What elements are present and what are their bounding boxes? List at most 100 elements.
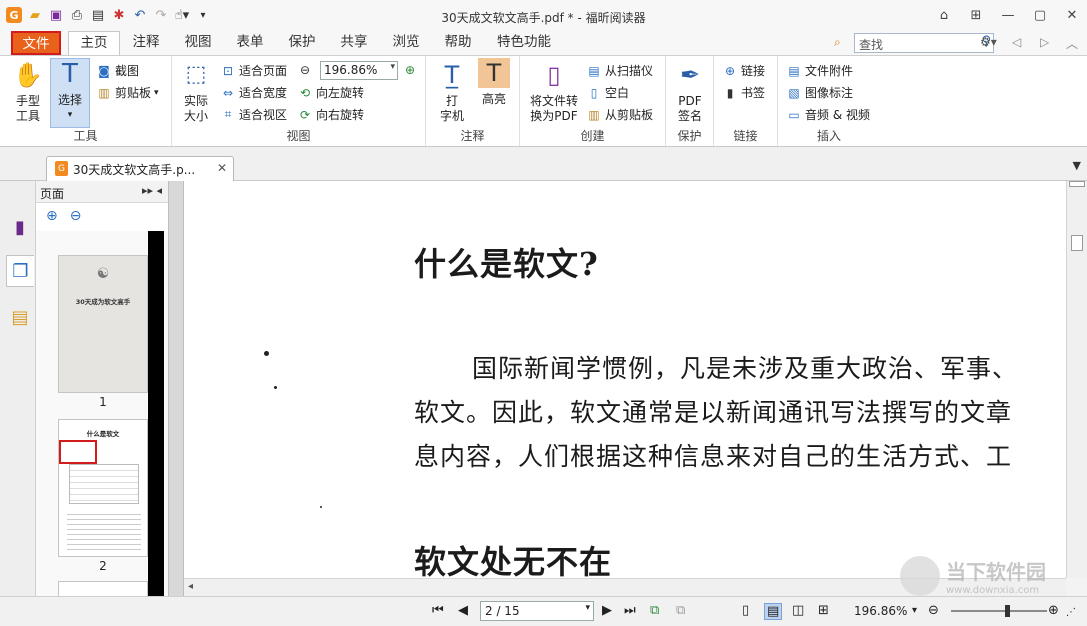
pdf-sign-button[interactable]: ✒ PDF 签名: [670, 60, 710, 124]
close-button[interactable]: ✕: [1061, 5, 1083, 25]
tab-protect[interactable]: 保护: [280, 31, 324, 55]
pages-panel-icon[interactable]: ❐: [6, 255, 34, 287]
layout-grid-icon[interactable]: ⊞: [965, 5, 987, 25]
tab-home[interactable]: 主页: [68, 31, 120, 56]
previous-view-icon[interactable]: ⧉: [650, 603, 659, 618]
thumbnail-page-2[interactable]: 什么是软文: [58, 419, 148, 557]
prev-arrow-icon[interactable]: ◁: [1012, 35, 1021, 49]
zoom-out-icon[interactable]: ⊖: [297, 62, 313, 78]
tab-comment[interactable]: 注释: [124, 31, 168, 55]
tab-share[interactable]: 共享: [332, 31, 376, 55]
select-tool-button[interactable]: T 选择 ▾: [50, 58, 90, 128]
cover-title: 30天成为软文高手: [75, 298, 131, 306]
scroll-thumb[interactable]: [1071, 235, 1083, 251]
tab-help[interactable]: 帮助: [436, 31, 480, 55]
actual-size-button[interactable]: ⬚ 实际 大小: [178, 60, 214, 124]
audio-video-button[interactable]: ▭ 音频 & 视频: [786, 106, 870, 123]
bookmark-icon: ▮: [726, 85, 734, 100]
scan-speck: [274, 386, 277, 389]
from-clipboard-button[interactable]: ▥ 从剪贴板: [586, 106, 653, 123]
comments-panel-icon[interactable]: ▤: [6, 301, 34, 333]
thumbnail-page-1[interactable]: ☯ 30天成为软文高手: [58, 255, 148, 393]
blank-button[interactable]: ▯ 空白: [586, 84, 629, 101]
tab-form[interactable]: 表单: [228, 31, 272, 55]
document-viewer: 什么是软文? 国际新闻学惯例，凡是未涉及重大政治、军事、 软文。因此，软文通常是…: [184, 181, 1066, 578]
zoom-slider-knob[interactable]: [1005, 605, 1010, 617]
title-bar: G ▰ ▣ ⎙ ▤ ✱ ↶ ↷ ☝▾ ▾ 30天成文软文高手.pdf * - 福…: [0, 0, 1087, 32]
thumbnail-zoom-in-icon[interactable]: ⊕: [46, 208, 58, 231]
doc-heading-2: 软文处无不在: [414, 543, 613, 578]
scan-speck: [264, 351, 269, 356]
convert-to-pdf-button[interactable]: ▯ 将文件转 换为PDF: [526, 60, 582, 124]
prev-page-icon[interactable]: ◀: [458, 603, 468, 618]
thumbnail-page-3[interactable]: [58, 581, 148, 596]
next-arrow-icon[interactable]: ▷: [1040, 35, 1049, 49]
scroll-top-button[interactable]: [1069, 181, 1085, 187]
gear-icon[interactable]: ⚙▾: [980, 35, 997, 49]
folder-search-icon[interactable]: ⌕: [834, 35, 841, 50]
next-page-icon[interactable]: ▶: [602, 603, 612, 618]
thumbnail-zoom-out-icon[interactable]: ⊖: [70, 208, 82, 231]
thumb-view-region[interactable]: [59, 440, 97, 464]
fit-page-button[interactable]: ⊡ 适合页面: [220, 62, 287, 79]
page-number-1: 1: [99, 395, 107, 409]
last-page-icon[interactable]: ⏭: [624, 603, 636, 618]
facing-pages-icon[interactable]: ◫: [792, 603, 804, 618]
panel-splitter[interactable]: [168, 181, 184, 596]
bookmarks-panel-icon[interactable]: ▮: [6, 211, 34, 243]
single-page-icon[interactable]: ▯: [742, 603, 749, 618]
vertical-scrollbar[interactable]: [1066, 181, 1087, 578]
rotate-left-button[interactable]: ⟲ 向左旋转: [297, 84, 364, 101]
navigation-side-strip: ▮ ❐ ▤: [0, 181, 36, 596]
thumbnails-list: ☯ 30天成为软文高手 1 什么是软文 2: [36, 231, 168, 596]
continuous-facing-icon[interactable]: ⊞: [818, 603, 829, 618]
screenshot-button[interactable]: ◙ 截图: [96, 62, 139, 79]
typewriter-button[interactable]: T̲ 打 字机: [434, 60, 470, 124]
hand-tool-button[interactable]: ✋ 手型 工具: [8, 60, 48, 124]
first-page-icon[interactable]: ⏮: [432, 603, 444, 618]
tab-list-dropdown-icon[interactable]: ▼: [1073, 159, 1081, 172]
scroll-left-icon[interactable]: ◂: [188, 581, 193, 592]
screenshot-label: 截图: [115, 64, 140, 78]
close-tab-icon[interactable]: ✕: [217, 161, 227, 175]
fit-visible-button[interactable]: ⌗ 适合视区: [220, 106, 287, 123]
highlight-label: 高亮: [481, 92, 506, 106]
zoom-dropdown-icon: ▾: [390, 62, 395, 72]
tab-browse[interactable]: 浏览: [384, 31, 428, 55]
status-zoom-dropdown-icon[interactable]: ▾: [912, 605, 917, 616]
minimize-button[interactable]: —: [997, 5, 1019, 25]
rotate-right-button[interactable]: ⟳ 向右旋转: [297, 106, 364, 123]
fit-width-button[interactable]: ⇔ 适合宽度: [220, 84, 287, 101]
zoom-slider[interactable]: [951, 605, 1047, 617]
resize-grip-icon[interactable]: ⋰: [1066, 607, 1076, 618]
zoom-in-icon[interactable]: ⊕: [402, 62, 418, 78]
search-input[interactable]: 查找 ⚲: [854, 33, 994, 53]
bookmark-button[interactable]: ▮ 书签: [722, 84, 765, 101]
panel-collapse-icon[interactable]: ▸▸ ◂: [142, 184, 162, 197]
link-button[interactable]: ⊕ 链接: [722, 62, 765, 79]
tab-view[interactable]: 视图: [176, 31, 220, 55]
file-menu[interactable]: 文件: [11, 31, 61, 55]
thumb-text-lines: [67, 510, 141, 550]
document-tab[interactable]: G 30天成文软文高手.p... ✕: [46, 156, 234, 181]
collapse-ribbon-icon[interactable]: ︿: [1066, 35, 1078, 52]
highlight-button[interactable]: T 高亮: [476, 58, 512, 107]
tab-features[interactable]: 特色功能: [488, 31, 560, 55]
maximize-button[interactable]: ▢: [1029, 5, 1051, 25]
typewriter-label: 打 字机: [439, 94, 464, 123]
next-view-icon[interactable]: ⧉: [676, 603, 685, 618]
zoom-select[interactable]: 196.86% ▾: [320, 61, 398, 80]
image-annotation-button[interactable]: ▧ 图像标注: [786, 84, 853, 101]
status-zoom-out-icon[interactable]: ⊖: [928, 603, 939, 618]
file-attachment-button[interactable]: ▤ 文件附件: [786, 62, 853, 79]
continuous-page-icon[interactable]: ▤: [764, 603, 783, 620]
clipboard-button[interactable]: ▥ 剪贴板 ▾: [96, 84, 158, 101]
hand-tool-label: 手型 工具: [15, 94, 40, 123]
doc-line-3: 息内容，人们根据这种信息来对自己的生活方式、工: [414, 442, 1013, 471]
page-number-input[interactable]: 2 / 15 ▾: [480, 601, 594, 621]
typewriter-icon: T̲: [444, 61, 460, 89]
group-create: ▯ 将文件转 换为PDF ▤ 从扫描仪 ▯ 空白 ▥ 从剪贴板 创建: [520, 56, 666, 146]
from-scanner-button[interactable]: ▤ 从扫描仪: [586, 62, 653, 79]
status-zoom-in-icon[interactable]: ⊕: [1048, 603, 1059, 618]
shirt-skin-icon[interactable]: ⌂: [933, 5, 955, 25]
